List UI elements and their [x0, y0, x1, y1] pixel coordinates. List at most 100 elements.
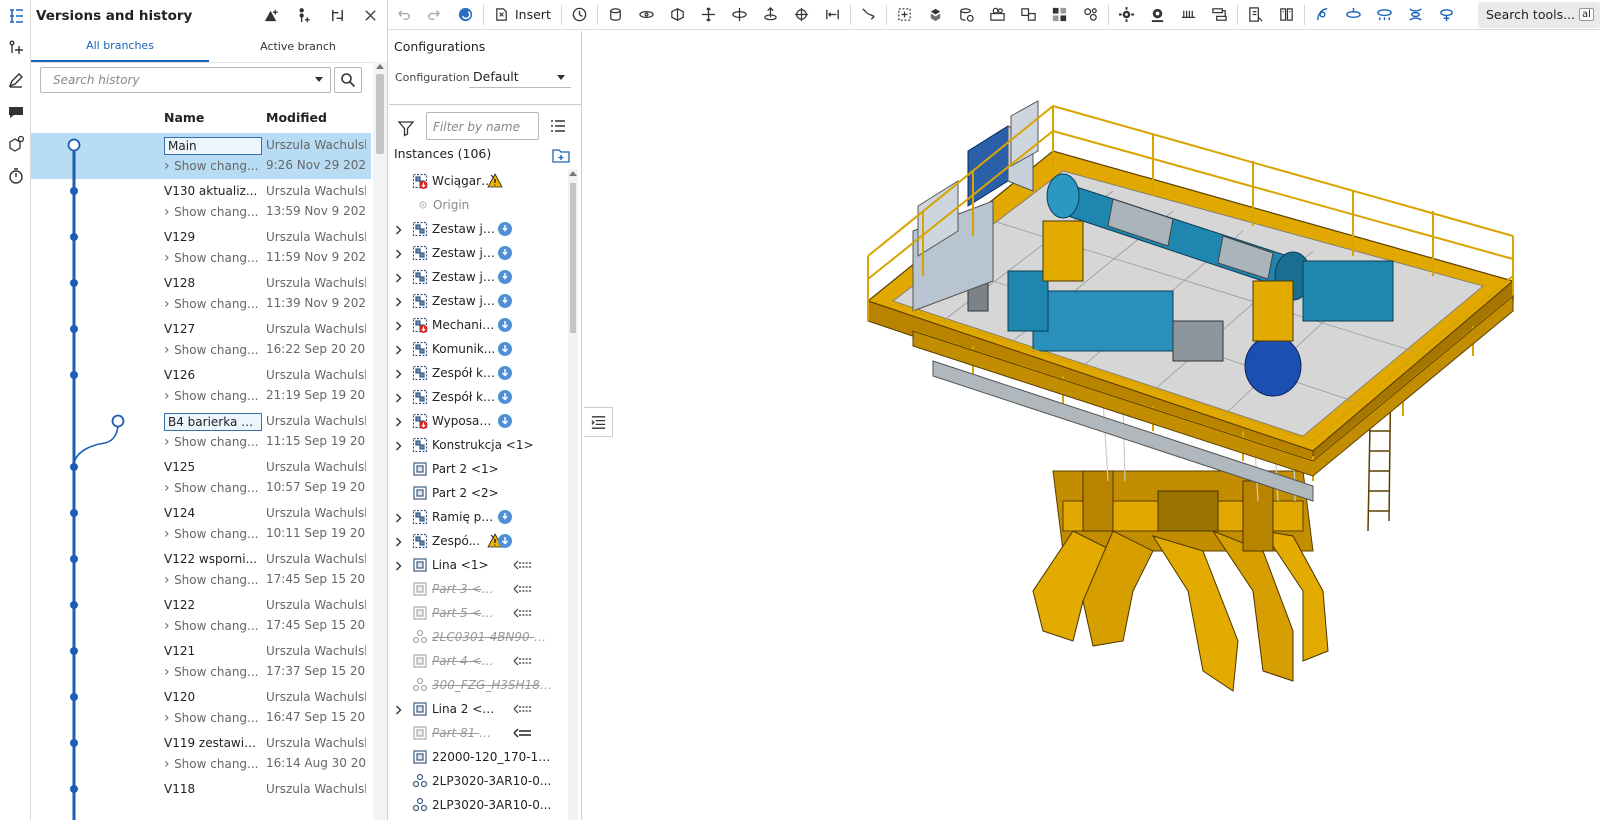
mate-reference-icon[interactable] — [513, 727, 533, 739]
version-name[interactable]: V120 — [164, 690, 262, 704]
instance-name[interactable]: Konstrukcja <1> — [432, 438, 552, 452]
instance-row[interactable]: 300_FZG_H3SH18F... — [389, 673, 565, 697]
column-modified[interactable]: Modified — [266, 110, 327, 125]
show-changes-toggle[interactable]: › Show chang... — [164, 204, 262, 220]
search-button[interactable] — [334, 67, 362, 93]
instance-name[interactable]: Komunik... — [432, 342, 496, 356]
gear-mate-icon[interactable] — [1142, 1, 1173, 29]
chevron-right-icon[interactable] — [395, 248, 402, 259]
instance-row[interactable]: Part 2 <1> — [389, 457, 565, 481]
chevron-right-icon[interactable] — [395, 440, 402, 451]
update-available-icon[interactable] — [497, 269, 513, 285]
update-available-icon[interactable] — [497, 293, 513, 309]
version-name[interactable]: V121 — [164, 644, 262, 658]
chevron-right-icon[interactable]: › — [164, 342, 174, 358]
chevron-right-icon[interactable]: › — [164, 158, 174, 174]
mass-properties-icon[interactable] — [1271, 1, 1302, 29]
rack-pinion-icon[interactable] — [1013, 1, 1044, 29]
tab-all-branches[interactable]: All branches — [31, 31, 209, 62]
ring-mate-icon[interactable] — [1338, 1, 1369, 29]
parallel-axis-icon[interactable] — [1400, 1, 1431, 29]
parallel-mate-icon[interactable] — [817, 1, 848, 29]
instance-name[interactable]: 300_FZG_H3SH18F... — [432, 678, 552, 692]
chevron-right-icon[interactable]: › — [164, 618, 174, 634]
instance-name[interactable]: Ramię pr... — [432, 510, 496, 524]
chevron-right-icon[interactable]: › — [164, 526, 174, 542]
instance-name[interactable]: Part 3 <2> — [432, 582, 496, 596]
chevron-right-icon[interactable]: › — [164, 664, 174, 680]
instance-name[interactable]: 2LC0301-4BN90-0... — [432, 630, 552, 644]
filter-by-name-input[interactable]: Filter by name — [426, 112, 539, 140]
instance-row[interactable]: Zestaw je... — [389, 217, 565, 241]
version-name[interactable]: V128 — [164, 276, 262, 290]
mate-reference-icon[interactable] — [513, 703, 533, 715]
instance-row[interactable]: Origin — [389, 193, 565, 217]
chevron-right-icon[interactable]: › — [164, 710, 174, 726]
chevron-right-icon[interactable]: › — [164, 756, 174, 772]
slider-mate-icon[interactable] — [662, 1, 693, 29]
chevron-right-icon[interactable] — [395, 536, 402, 547]
version-name[interactable]: V130 aktualiz... — [164, 184, 262, 198]
chevron-right-icon[interactable]: › — [164, 296, 174, 312]
version-name[interactable]: Main — [164, 137, 262, 155]
chevron-right-icon[interactable]: › — [164, 572, 174, 588]
versions-scrollbar[interactable] — [373, 62, 387, 820]
instance-name[interactable]: 2LP3020-3AR10-0... — [432, 798, 552, 812]
chevron-right-icon[interactable] — [395, 344, 402, 355]
instance-name[interactable]: Origin — [433, 198, 497, 212]
mate-reference-icon[interactable] — [513, 655, 533, 667]
planar-mate-icon[interactable] — [693, 1, 724, 29]
instance-row[interactable]: 2LP3020-3AR10-0... — [389, 769, 565, 793]
show-changes-toggle[interactable]: › Show chang... — [164, 618, 262, 634]
instance-row[interactable]: Part 5 <2> — [389, 601, 565, 625]
chevron-right-icon[interactable] — [395, 296, 402, 307]
chevron-right-icon[interactable]: › — [164, 434, 174, 450]
version-name[interactable]: V119 zestawie... — [164, 736, 262, 750]
instance-row[interactable]: Zestaw je... — [389, 289, 565, 313]
version-name[interactable]: V126 — [164, 368, 262, 382]
search-tools-input[interactable]: Search tools... al — [1478, 1, 1600, 28]
scroll-thumb[interactable] — [570, 183, 576, 333]
instance-name[interactable]: Part 81 <1> — [432, 726, 496, 740]
tab-active-branch[interactable]: Active branch — [209, 31, 387, 62]
section-view-icon[interactable] — [1044, 1, 1075, 29]
instance-row[interactable]: Konstrukcja <1> — [389, 433, 565, 457]
scroll-thumb[interactable] — [376, 74, 384, 154]
list-view-icon[interactable] — [549, 117, 567, 135]
instances-scrollbar[interactable] — [568, 169, 578, 820]
instance-row[interactable]: Ramię pr... — [389, 505, 565, 529]
settings-gear-icon[interactable] — [1111, 1, 1142, 29]
mate-reference-icon[interactable] — [513, 559, 533, 571]
revolute-mate-icon[interactable] — [631, 1, 662, 29]
chevron-right-icon[interactable] — [395, 368, 402, 379]
download-icon[interactable] — [497, 413, 513, 429]
instance-row[interactable]: 22000-120_170-12... — [389, 745, 565, 769]
instance-name[interactable]: Zespół kr... — [432, 390, 496, 404]
chevron-right-icon[interactable] — [395, 512, 402, 523]
redo-icon[interactable] — [419, 1, 450, 29]
scroll-up-icon[interactable] — [376, 64, 384, 69]
instance-name[interactable]: Wyposaż... — [432, 414, 496, 428]
insert-button[interactable]: Insert — [486, 1, 559, 29]
version-name[interactable]: V124 — [164, 506, 262, 520]
pin-slot-mate-icon[interactable] — [755, 1, 786, 29]
update-available-icon[interactable] — [497, 221, 513, 237]
group-icon[interactable] — [920, 1, 951, 29]
version-name[interactable]: B4 barierka p... — [164, 413, 262, 431]
download-icon[interactable] — [497, 533, 513, 549]
curve-mate-icon[interactable] — [1307, 1, 1338, 29]
show-changes-toggle[interactable]: › Show chang... — [164, 388, 262, 404]
instance-row[interactable]: Wciągark... — [389, 169, 565, 193]
show-changes-toggle[interactable]: › Show chang... — [164, 710, 262, 726]
show-changes-toggle[interactable]: › Show chang... — [164, 434, 262, 450]
history-clock-icon[interactable] — [564, 1, 595, 29]
instance-row[interactable]: Zespół kr... — [389, 361, 565, 385]
chevron-down-icon[interactable] — [557, 75, 565, 80]
instance-row[interactable]: Part 2 <2> — [389, 481, 565, 505]
screw-mate-icon[interactable] — [1431, 1, 1462, 29]
width-mate-icon[interactable] — [1369, 1, 1400, 29]
new-folder-icon[interactable] — [552, 147, 570, 163]
instance-row[interactable]: Lina 2 <1> — [389, 697, 565, 721]
instance-row[interactable]: Part 3 <2> — [389, 577, 565, 601]
mate-connector-icon[interactable] — [889, 1, 920, 29]
